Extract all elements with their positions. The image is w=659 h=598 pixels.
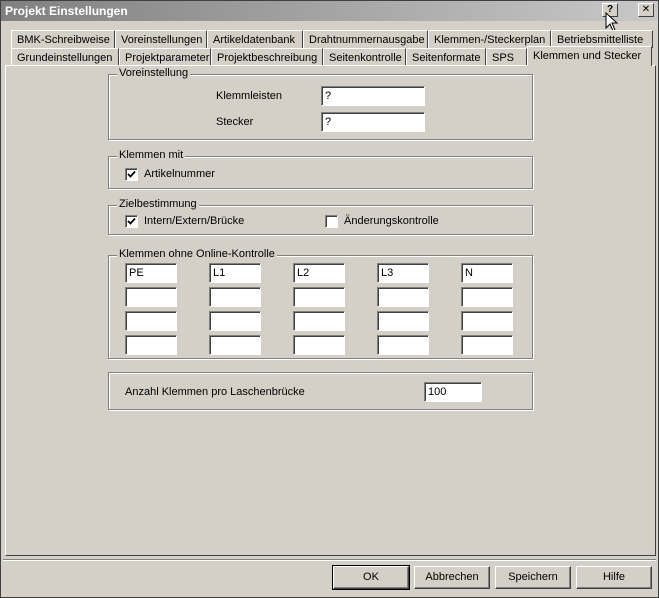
- online-kontrolle-group: Klemmen ohne Online-Kontrolle PE L1 L2 L…: [108, 248, 533, 359]
- terminal-field[interactable]: [125, 287, 177, 307]
- save-button[interactable]: Speichern: [495, 566, 571, 589]
- terminal-field[interactable]: [125, 311, 177, 331]
- terminal-field[interactable]: L3: [377, 263, 429, 283]
- klemmen-mit-group: Klemmen mit Artikelnummer: [108, 149, 533, 189]
- voreinstellung-title: Voreinstellung: [117, 67, 191, 79]
- klemmleisten-label: Klemmleisten: [216, 90, 283, 102]
- terminal-field[interactable]: [461, 335, 513, 355]
- intern-extern-bruecke-checkbox[interactable]: [125, 215, 138, 228]
- tab-voreinstellungen[interactable]: Voreinstellungen: [115, 30, 207, 48]
- klemmen-mit-title: Klemmen mit: [117, 149, 186, 161]
- zielbestimmung-title: Zielbestimmung: [117, 198, 199, 210]
- tab-bmk-schreibweise[interactable]: BMK-Schreibweise: [11, 30, 115, 48]
- tab-projektbeschreibung[interactable]: Projektbeschreibung: [211, 48, 323, 66]
- terminal-field[interactable]: L2: [293, 263, 345, 283]
- terminal-field[interactable]: [209, 335, 261, 355]
- close-icon[interactable]: ✕: [638, 3, 654, 17]
- laschenbruecke-group: Anzahl Klemmen pro Laschenbrücke 100: [108, 372, 533, 410]
- ok-button[interactable]: OK: [332, 565, 410, 590]
- terminal-field[interactable]: L1: [209, 263, 261, 283]
- stecker-input[interactable]: ?: [321, 112, 425, 132]
- tab-panel-klemmen-und-stecker: Voreinstellung Klemmleisten ? Stecker ? …: [5, 65, 656, 556]
- title-bar: Projekt Einstellungen ? ✕: [1, 1, 658, 32]
- laschenbruecke-input[interactable]: 100: [424, 382, 482, 402]
- terminal-field[interactable]: N: [461, 263, 513, 283]
- aenderungskontrolle-label: Änderungskontrolle: [344, 215, 439, 227]
- laschenbruecke-label: Anzahl Klemmen pro Laschenbrücke: [125, 386, 305, 398]
- aenderungskontrolle-checkbox[interactable]: [325, 215, 338, 228]
- window-title: Projekt Einstellungen: [5, 4, 128, 18]
- checkmark-icon: [127, 170, 136, 178]
- terminal-field[interactable]: [293, 335, 345, 355]
- terminal-field[interactable]: [293, 311, 345, 331]
- footer-separator: [3, 559, 656, 561]
- tab-klemmen-und-stecker[interactable]: Klemmen und Stecker: [527, 46, 652, 66]
- intern-extern-bruecke-label: Intern/Extern/Brücke: [144, 215, 245, 227]
- zielbestimmung-group: Zielbestimmung Intern/Extern/Brücke Ände…: [108, 198, 533, 235]
- terminal-field[interactable]: [377, 335, 429, 355]
- tab-sps[interactable]: SPS: [486, 48, 527, 66]
- terminal-field[interactable]: [125, 335, 177, 355]
- tab-artikeldatenbank[interactable]: Artikeldatenbank: [207, 30, 303, 48]
- tab-grundeinstellungen[interactable]: Grundeinstellungen: [11, 48, 119, 66]
- online-kontrolle-title: Klemmen ohne Online-Kontrolle: [117, 248, 277, 260]
- terminal-field[interactable]: PE: [125, 263, 177, 283]
- terminal-field[interactable]: [377, 311, 429, 331]
- terminal-field[interactable]: [209, 311, 261, 331]
- mouse-cursor-icon: [605, 12, 619, 32]
- klemmleisten-input[interactable]: ?: [321, 86, 425, 106]
- cancel-button[interactable]: Abbrechen: [414, 566, 490, 589]
- help-button[interactable]: Hilfe: [576, 566, 652, 589]
- terminal-field[interactable]: [461, 311, 513, 331]
- terminal-field[interactable]: [293, 287, 345, 307]
- stecker-label: Stecker: [216, 116, 254, 128]
- checkmark-icon: [127, 217, 136, 225]
- tab-seitenformate[interactable]: Seitenformate: [406, 48, 486, 66]
- tab-drahtnummernausgabe[interactable]: Drahtnummernausgabe: [303, 30, 428, 48]
- voreinstellung-group: Voreinstellung Klemmleisten ? Stecker ?: [108, 67, 533, 140]
- project-settings-dialog: Projekt Einstellungen ? ✕ BMK-Schreibwei…: [0, 0, 659, 598]
- tab-seitenkontrolle[interactable]: Seitenkontrolle: [323, 48, 406, 66]
- terminal-field[interactable]: [209, 287, 261, 307]
- artikelnummer-label: Artikelnummer: [144, 168, 215, 180]
- terminal-field[interactable]: [461, 287, 513, 307]
- artikelnummer-checkbox[interactable]: [125, 168, 138, 181]
- tab-projektparameter[interactable]: Projektparameter: [119, 48, 211, 66]
- terminal-field[interactable]: [377, 287, 429, 307]
